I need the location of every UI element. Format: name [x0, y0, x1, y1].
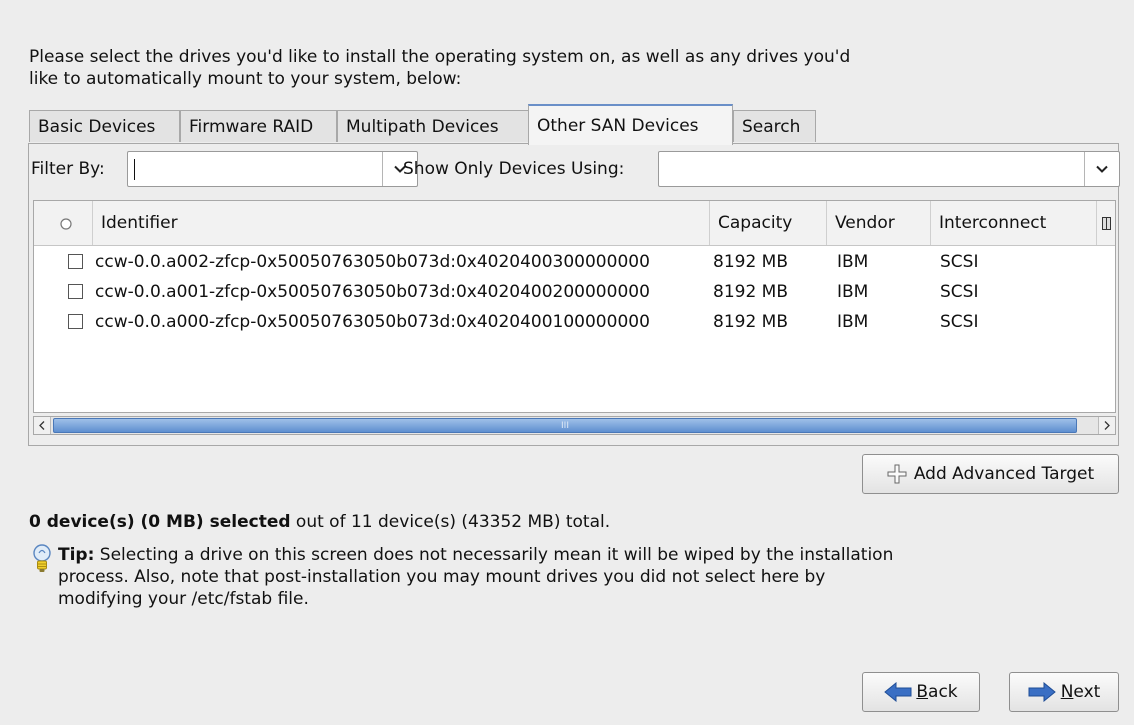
table-row[interactable]: ccw-0.0.a000-zfcp-0x50050763050b073d:0x4…: [34, 307, 1115, 337]
scroll-thumb-grip: III: [561, 420, 569, 431]
tab-firmware-raid[interactable]: Firmware RAID: [180, 110, 337, 142]
chevron-right-icon: [1104, 421, 1110, 430]
row-identifier: ccw-0.0.a002-zfcp-0x50050763050b073d:0x4…: [95, 252, 650, 272]
row-vendor: IBM: [837, 252, 869, 272]
next-label-rest: ext: [1073, 682, 1101, 702]
column-header-interconnect[interactable]: Interconnect: [931, 201, 1097, 245]
column-header-capacity[interactable]: Capacity: [710, 201, 827, 245]
tab-multipath-devices[interactable]: Multipath Devices: [337, 110, 529, 142]
row-identifier: ccw-0.0.a000-zfcp-0x50050763050b073d:0x4…: [95, 312, 650, 332]
show-only-value: [665, 158, 1079, 180]
back-label: Back: [916, 682, 957, 702]
show-only-combo[interactable]: [658, 151, 1120, 187]
table-row[interactable]: ccw-0.0.a002-zfcp-0x50050763050b073d:0x4…: [34, 247, 1115, 277]
row-checkbox[interactable]: [68, 314, 83, 329]
row-capacity: 8192 MB: [713, 312, 788, 332]
select-all-header[interactable]: [34, 201, 92, 245]
column-chooser-button[interactable]: [1097, 201, 1115, 245]
tip-body: Selecting a drive on this screen does no…: [58, 545, 894, 609]
next-button[interactable]: Next: [1009, 672, 1119, 712]
column-header-identifier[interactable]: Identifier: [92, 201, 710, 245]
tab-basic-devices[interactable]: Basic Devices: [29, 110, 180, 142]
column-header-vendor[interactable]: Vendor: [827, 201, 931, 245]
selection-summary-bold: 0 device(s) (0 MB) selected: [29, 512, 291, 532]
back-mnemonic: B: [916, 682, 929, 702]
row-interconnect: SCSI: [940, 312, 979, 332]
next-mnemonic: N: [1060, 682, 1074, 702]
columns-icon: [1102, 216, 1111, 230]
row-capacity: 8192 MB: [713, 282, 788, 302]
tab-search[interactable]: Search: [733, 110, 816, 142]
back-button[interactable]: Back: [862, 672, 980, 712]
scroll-left-button[interactable]: [34, 417, 51, 434]
horizontal-scrollbar[interactable]: III: [33, 416, 1116, 435]
row-checkbox[interactable]: [68, 284, 83, 299]
row-interconnect: SCSI: [940, 252, 979, 272]
arrow-left-icon: [884, 682, 912, 702]
row-capacity: 8192 MB: [713, 252, 788, 272]
chevron-left-icon: [39, 421, 45, 430]
devices-table: Identifier Capacity Vendor Interconnect …: [33, 200, 1116, 413]
row-interconnect: SCSI: [940, 282, 979, 302]
lightbulb-icon: [33, 544, 51, 572]
radio-icon: [60, 218, 72, 230]
filter-by-value: [134, 158, 377, 180]
chevron-down-icon: [1096, 165, 1108, 173]
filter-by-combo[interactable]: [127, 151, 418, 187]
row-vendor: IBM: [837, 282, 869, 302]
tip-label: Tip:: [58, 545, 95, 565]
add-advanced-target-label: Add Advanced Target: [913, 464, 1095, 484]
intro-text: Please select the drives you'd like to i…: [29, 47, 851, 89]
scroll-thumb[interactable]: III: [53, 418, 1077, 433]
show-only-label: Show Only Devices Using:: [403, 159, 625, 179]
filter-by-label: Filter By:: [31, 159, 105, 179]
row-checkbox[interactable]: [68, 254, 83, 269]
next-label: Next: [1061, 682, 1101, 702]
add-advanced-target-button[interactable]: Add Advanced Target: [862, 454, 1119, 494]
devices-panel: Filter By: Show Only Devices Using: Iden…: [28, 143, 1120, 446]
selection-summary-rest: out of 11 device(s) (43352 MB) total.: [290, 512, 611, 532]
plus-icon: [887, 464, 907, 484]
back-label-rest: ack: [928, 682, 958, 702]
arrow-right-icon: [1028, 682, 1056, 702]
scroll-right-button[interactable]: [1098, 417, 1115, 434]
tab-other-san-devices[interactable]: Other SAN Devices: [528, 104, 733, 145]
tip-text: Tip: Selecting a drive on this screen do…: [58, 544, 898, 610]
selection-summary: 0 device(s) (0 MB) selected out of 11 de…: [29, 510, 610, 534]
table-header: Identifier Capacity Vendor Interconnect: [34, 201, 1115, 246]
show-only-dropdown-button[interactable]: [1084, 152, 1119, 186]
row-identifier: ccw-0.0.a001-zfcp-0x50050763050b073d:0x4…: [95, 282, 650, 302]
table-row[interactable]: ccw-0.0.a001-zfcp-0x50050763050b073d:0x4…: [34, 277, 1115, 307]
row-vendor: IBM: [837, 312, 869, 332]
